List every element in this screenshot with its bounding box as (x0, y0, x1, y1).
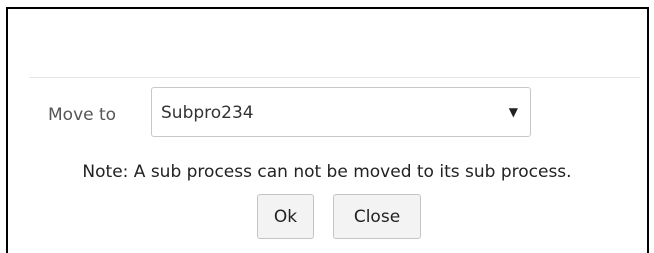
move-to-selected-value: Subpro234 (161, 103, 254, 123)
move-to-select[interactable]: Subpro234 ▼ (151, 87, 531, 137)
note-text: Note: A sub process can not be moved to … (82, 162, 572, 182)
ok-button[interactable]: Ok (257, 194, 314, 239)
move-to-label: Move to (48, 105, 117, 125)
header-divider (29, 77, 640, 78)
dropdown-arrow-icon[interactable]: ▼ (509, 102, 518, 122)
close-button[interactable]: Close (333, 194, 421, 239)
